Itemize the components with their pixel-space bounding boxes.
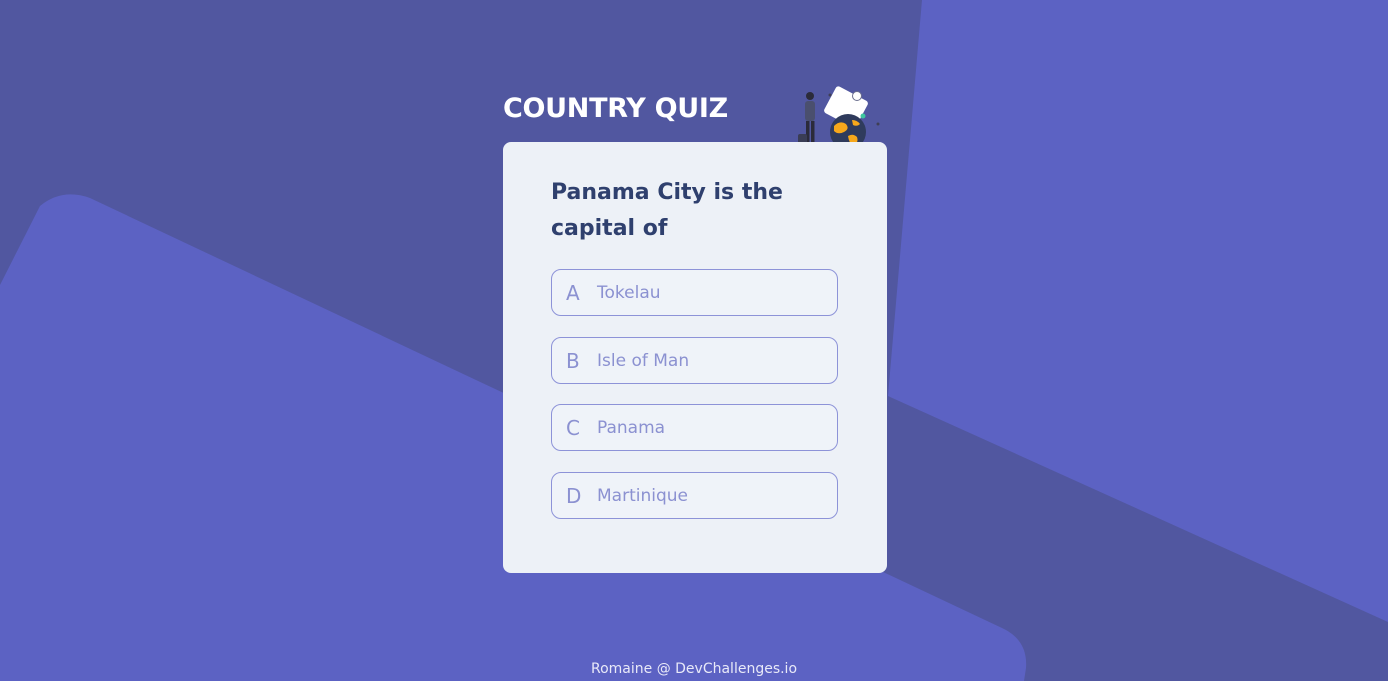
option-label: Panama xyxy=(597,417,666,438)
option-d-button[interactable]: D Martinique xyxy=(551,472,838,519)
question-text: Panama City is the capital of xyxy=(551,180,783,241)
option-letter: B xyxy=(566,348,580,373)
option-label: Tokelau xyxy=(597,282,661,303)
option-c-button[interactable]: C Panama xyxy=(551,404,838,451)
option-label: Isle of Man xyxy=(597,350,690,371)
quiz-title: COUNTRY QUIZ xyxy=(503,93,728,124)
option-letter: C xyxy=(566,415,580,440)
option-b-button[interactable]: B Isle of Man xyxy=(551,337,838,384)
option-letter: A xyxy=(566,280,580,305)
option-a-button[interactable]: A Tokelau xyxy=(551,269,838,316)
footer-credit: Romaine @ DevChallenges.io xyxy=(590,661,798,677)
option-letter: D xyxy=(566,483,582,508)
option-label: Martinique xyxy=(597,485,688,506)
quiz-card: Panama City is the capital of A Tokelau … xyxy=(503,142,887,573)
